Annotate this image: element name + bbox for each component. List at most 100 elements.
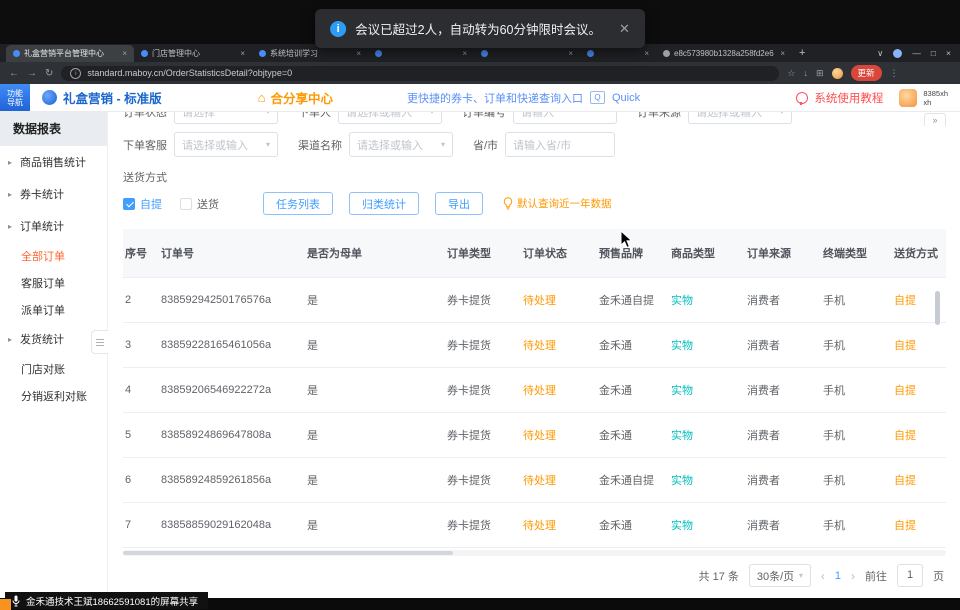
checkbox-checked-icon[interactable] (123, 198, 135, 210)
col-delivery-method: 送货方式 (892, 229, 946, 278)
bookmark-star-icon[interactable]: ☆ (787, 68, 795, 79)
table-row[interactable]: 5 83858924869647808a 是 券卡提货 待处理 金禾通 实物 消… (123, 413, 946, 458)
user-avatar[interactable] (899, 89, 917, 107)
close-button[interactable]: × (946, 48, 951, 58)
next-page-button[interactable]: › (851, 569, 855, 583)
cell-is-parent: 是 (305, 323, 445, 368)
checkbox-self-pickup[interactable]: 自提 (123, 196, 162, 212)
tab-close-icon[interactable]: × (568, 49, 573, 58)
sidebar-item-service-orders[interactable]: 客服订单 (0, 269, 107, 296)
kebab-menu-icon[interactable]: ⋮ (890, 68, 899, 79)
download-icon[interactable]: ↓ (803, 68, 808, 78)
cell-brand: 金禾通自提 (597, 278, 669, 323)
cell-product-type[interactable]: 实物 (669, 503, 745, 548)
chevron-down-icon: ▾ (780, 112, 784, 116)
sidebar-item-order-stats[interactable]: ▸ 订单统计 (0, 210, 107, 242)
profile-avatar-icon[interactable] (832, 68, 843, 79)
sidebar-item-product-sales[interactable]: ▸ 商品销售统计 (0, 146, 107, 178)
province-city-input[interactable]: 请输入省/市 (505, 132, 615, 157)
sidebar-item-card-stats[interactable]: ▸ 券卡统计 (0, 178, 107, 210)
app-header: 功能 导航 礼盒营销 - 标准版 ⌂ 合分享中心 更快捷的券卡、订单和快递查询入… (0, 84, 960, 112)
table-horizontal-scrollbar[interactable] (123, 550, 946, 556)
category-stats-button[interactable]: 归类统计 (349, 192, 419, 215)
table-vertical-scrollbar[interactable] (935, 291, 940, 325)
page-size-select[interactable]: 30条/页 ▾ (749, 564, 811, 587)
export-button[interactable]: 导出 (435, 192, 483, 215)
service-agent-select[interactable]: 请选择或输入 ▾ (174, 132, 278, 157)
main-content: 订单状态 请选择 ▾ 下单人 请选择或输入 ▾ (108, 112, 960, 598)
chevron-down-icon[interactable]: ∨ (877, 48, 883, 59)
cell-terminal: 手机 (821, 503, 892, 548)
sidebar-item-store-reconcile[interactable]: 门店对账 (0, 355, 107, 382)
scrollbar-thumb[interactable] (123, 551, 453, 555)
table-row[interactable]: 3 83859228165461056a 是 券卡提货 待处理 金禾通 实物 消… (123, 323, 946, 368)
browser-tab[interactable]: e8c573980b1328a258fd2e6 × (656, 45, 792, 62)
table-row[interactable]: 2 83859294250176576a 是 券卡提货 待处理 金禾通自提 实物… (123, 278, 946, 323)
user-icon[interactable] (893, 49, 902, 58)
sidebar-section-data-reports[interactable]: 数据报表 (0, 112, 107, 146)
prev-page-button[interactable]: ‹ (821, 569, 825, 583)
function-nav-toggle[interactable]: 功能 导航 (0, 84, 30, 111)
maximize-button[interactable]: □ (931, 48, 936, 58)
cell-seq: 6 (123, 458, 159, 503)
cell-product-type[interactable]: 实物 (669, 458, 745, 503)
update-button[interactable]: 更新 (851, 65, 882, 81)
order-status-select[interactable]: 请选择 ▾ (174, 112, 278, 124)
share-app-icon[interactable] (0, 599, 11, 610)
cell-order-type: 券卡提货 (445, 413, 521, 458)
cell-product-type[interactable]: 实物 (669, 278, 745, 323)
screen: i 会议已超过2人，自动转为60分钟限时会议。 ✕ 礼盒营销平台管理中心 × 门… (0, 0, 960, 610)
expand-filters-button[interactable]: » (924, 113, 946, 126)
orderer-select[interactable]: 请选择或输入 ▾ (338, 112, 442, 124)
cell-source: 消费者 (745, 503, 821, 548)
cell-product-type[interactable]: 实物 (669, 413, 745, 458)
sidebar-item-all-orders[interactable]: 全部订单 (0, 242, 107, 269)
table-row[interactable]: 7 83858859029162048a 是 券卡提货 待处理 金禾通 实物 消… (123, 503, 946, 548)
cell-source: 消费者 (745, 278, 821, 323)
cell-status: 待处理 (521, 458, 597, 503)
cell-order-no: 83859228165461056a (159, 323, 305, 368)
tutorial-icon (796, 92, 808, 104)
app-body: 数据报表 ▸ 商品销售统计 ▸ 券卡统计 ▸ 订单统计 全部订单 客服订单 派单… (0, 112, 960, 598)
reload-icon[interactable]: ↻ (45, 68, 53, 79)
sidebar-collapse-handle[interactable] (91, 330, 108, 354)
tab-close-icon[interactable]: × (122, 49, 127, 58)
browser-tab[interactable]: 礼盒营销平台管理中心 × (6, 45, 134, 62)
cell-is-parent: 是 (305, 458, 445, 503)
sidebar-item-dispatch-orders[interactable]: 派单订单 (0, 296, 107, 323)
quick-q-icon: Q (590, 91, 605, 104)
close-icon[interactable]: ✕ (619, 21, 630, 37)
goto-page-input[interactable]: 1 (897, 564, 923, 587)
tab-close-icon[interactable]: × (240, 49, 245, 58)
checkbox-delivery[interactable]: 送货 (180, 196, 219, 212)
site-info-icon[interactable]: i (70, 68, 81, 79)
tab-close-icon[interactable]: × (462, 49, 467, 58)
address-bar[interactable]: i standard.maboy.cn/OrderStatisticsDetai… (61, 66, 779, 81)
table-row[interactable]: 6 83858924859261856a 是 券卡提货 待处理 金禾通自提 实物… (123, 458, 946, 503)
sidebar-item-rebate-reconcile[interactable]: 分销返利对账 (0, 382, 107, 409)
current-page[interactable]: 1 (835, 570, 841, 582)
cell-product-type[interactable]: 实物 (669, 323, 745, 368)
forward-icon[interactable]: → (27, 68, 37, 79)
tab-close-icon[interactable]: × (356, 49, 361, 58)
cell-product-type[interactable]: 实物 (669, 368, 745, 413)
extensions-icon[interactable]: ⊞ (816, 68, 824, 79)
task-list-button[interactable]: 任务列表 (263, 192, 333, 215)
order-no-input[interactable]: 请输入 (513, 112, 617, 124)
checkbox-unchecked-icon[interactable] (180, 198, 192, 210)
channel-name-select[interactable]: 请选择或输入 ▾ (349, 132, 453, 157)
tutorial-link[interactable]: 系统使用教程 (814, 90, 883, 106)
browser-tab[interactable]: 门店管理中心 × (134, 45, 252, 62)
table-row[interactable]: 4 83859206546922272a 是 券卡提货 待处理 金禾通 实物 消… (123, 368, 946, 413)
quick-entry-link[interactable]: 更快捷的券卡、订单和快递查询入口 Q Quick (407, 90, 640, 106)
cell-source: 消费者 (745, 458, 821, 503)
minimize-button[interactable]: — (912, 48, 921, 58)
tab-close-icon[interactable]: × (780, 49, 785, 58)
tab-close-icon[interactable]: × (644, 49, 649, 58)
back-icon[interactable]: ← (9, 68, 19, 79)
order-source-select[interactable]: 请选择或输入 ▾ (688, 112, 792, 124)
col-order-no: 订单号 (159, 229, 305, 278)
new-tab-button[interactable]: + (799, 47, 805, 59)
share-center-link[interactable]: ⌂ 合分享中心 (258, 88, 333, 107)
cell-source: 消费者 (745, 413, 821, 458)
